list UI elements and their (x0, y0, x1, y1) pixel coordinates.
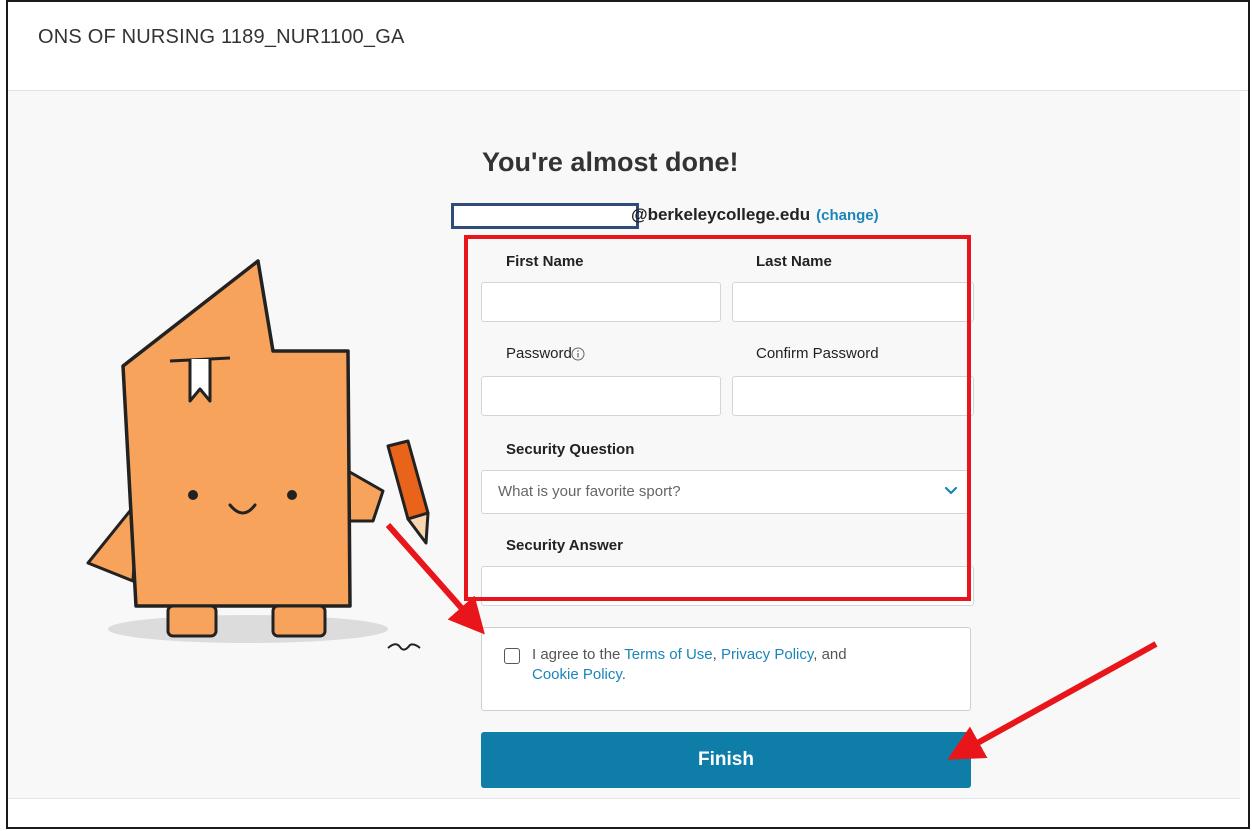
footer-divider (8, 798, 1240, 799)
redacted-email-username (451, 203, 639, 229)
change-email-link[interactable]: (change) (816, 207, 879, 224)
terms-of-use-link[interactable]: Terms of Use (624, 646, 712, 663)
signup-panel: You're almost done! @berkeleycollege.edu… (8, 91, 1240, 799)
privacy-policy-link[interactable]: Privacy Policy (721, 646, 813, 663)
mascot-illustration (86, 259, 430, 651)
window-frame: ONS OF NURSING 1189_NUR1100_GA You're al… (6, 0, 1250, 829)
email-domain: @berkeleycollege.edu (631, 205, 811, 224)
course-header: ONS OF NURSING 1189_NUR1100_GA (8, 2, 1248, 91)
terms-checkbox[interactable] (504, 648, 520, 664)
course-title: ONS OF NURSING 1189_NUR1100_GA (38, 26, 405, 48)
page-heading: You're almost done! (482, 147, 739, 177)
arrow-to-finish (947, 641, 1158, 760)
finish-button[interactable]: Finish (481, 732, 971, 788)
terms-agreement: I agree to the Terms of Use, Privacy Pol… (481, 627, 971, 711)
terms-text: I agree to the Terms of Use, Privacy Pol… (532, 646, 847, 683)
cookie-policy-link[interactable]: Cookie Policy (532, 666, 622, 683)
account-email: @berkeleycollege.edu (change) (451, 203, 921, 231)
highlight-box (464, 235, 971, 601)
